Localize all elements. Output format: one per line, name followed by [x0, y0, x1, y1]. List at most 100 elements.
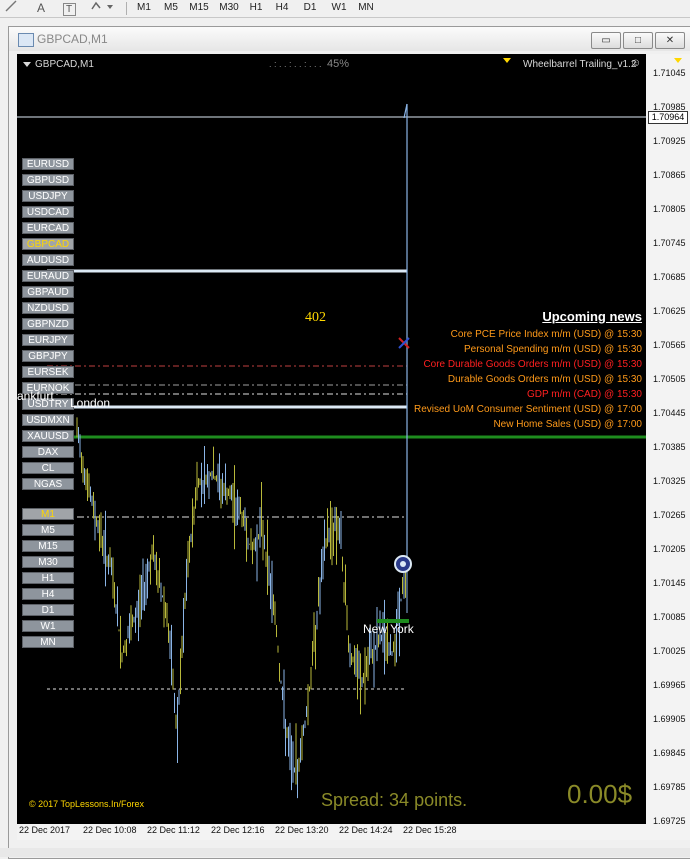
- symbol-button-cl[interactable]: CL: [22, 462, 74, 474]
- chart-window-icon: [18, 33, 34, 47]
- shapes-tool-icon[interactable]: [88, 0, 116, 16]
- toolbar-tf-h4[interactable]: H4: [272, 0, 292, 16]
- price-axis-label: 1.70805: [653, 204, 686, 214]
- toolbar-tf-m5[interactable]: M5: [160, 0, 182, 16]
- symbol-button-usdjpy[interactable]: USDJPY: [22, 190, 74, 202]
- price-axis-label: 1.70625: [653, 306, 686, 316]
- news-item: Durable Goods Orders m/m (USD) @ 15:30: [447, 374, 642, 385]
- timeframe-button-m15[interactable]: M15: [22, 540, 74, 552]
- copyright-text: © 2017 TopLessons.In/Forex: [29, 799, 145, 809]
- price-chart[interactable]: GBPCAD,M1 . : . . : . . : . . . 45% Whee…: [17, 54, 690, 840]
- price-axis-label: 1.70865: [653, 170, 686, 180]
- price-axis-label: 1.71045: [653, 68, 686, 78]
- symbol-button-eurcad[interactable]: EURCAD: [22, 222, 74, 234]
- price-axis-label: 1.69965: [653, 680, 686, 690]
- toolbar-tf-d1[interactable]: D1: [300, 0, 320, 16]
- price-axis-label: 1.70745: [653, 238, 686, 248]
- timeframe-button-d1[interactable]: D1: [22, 604, 74, 616]
- symbol-button-eursek[interactable]: EURSEK: [22, 366, 74, 378]
- chart-svg: [17, 54, 690, 840]
- symbol-button-eurusd[interactable]: EURUSD: [22, 158, 74, 170]
- time-axis-label: 22 Dec 13:20: [275, 825, 329, 835]
- time-axis-label: 22 Dec 14:24: [339, 825, 393, 835]
- price-axis-label: 1.70265: [653, 510, 686, 520]
- news-item: Core PCE Price Index m/m (USD) @ 15:30: [450, 329, 642, 340]
- symbol-dropdown-icon[interactable]: [23, 62, 31, 67]
- newyork-session-label: New York: [363, 622, 414, 636]
- window-titlebar[interactable]: GBPCAD,M1 ▭ □ ✕: [9, 27, 690, 51]
- symbol-button-audusd[interactable]: AUDUSD: [22, 254, 74, 266]
- symbol-button-euraud[interactable]: EURAUD: [22, 270, 74, 282]
- news-item: GDP m/m (CAD) @ 15:30: [527, 389, 642, 400]
- symbol-button-gbpjpy[interactable]: GBPJPY: [22, 350, 74, 362]
- symbol-button-usdmxn[interactable]: USDMXN: [22, 414, 74, 426]
- timeframe-button-h1[interactable]: H1: [22, 572, 74, 584]
- close-button[interactable]: ✕: [655, 32, 685, 49]
- main-toolbar: A T M1 M5 M15 M30 H1 H4 D1 W1 MN: [0, 0, 690, 18]
- toolbar-tf-m15[interactable]: M15: [186, 0, 212, 16]
- news-item: Core Durable Goods Orders m/m (USD) @ 15…: [423, 359, 642, 370]
- upcoming-news-title: Upcoming news: [542, 309, 642, 324]
- toolbar-tf-m30[interactable]: M30: [216, 0, 242, 16]
- candles-group: [76, 417, 408, 799]
- label-tool-icon[interactable]: T: [60, 0, 78, 16]
- toolbar-tf-m1[interactable]: M1: [133, 0, 155, 16]
- smiley-icon: ☺: [630, 57, 642, 69]
- timeframe-button-mn[interactable]: MN: [22, 636, 74, 648]
- maximize-button[interactable]: □: [623, 32, 653, 49]
- price-axis-label: 1.70445: [653, 408, 686, 418]
- symbol-button-dax[interactable]: DAX: [22, 446, 74, 458]
- symbol-button-xauusd[interactable]: XAUUSD: [22, 430, 74, 442]
- london-session-label: London: [70, 396, 111, 410]
- time-axis-label: 22 Dec 12:16: [211, 825, 265, 835]
- price-axis-label: 1.70565: [653, 340, 686, 350]
- profit-text: 0.00$: [567, 779, 633, 809]
- timeframe-button-w1[interactable]: W1: [22, 620, 74, 632]
- price-axis-label: 1.69845: [653, 748, 686, 758]
- price-axis-label: 1.70205: [653, 544, 686, 554]
- line-tool-icon[interactable]: [2, 0, 20, 16]
- symbol-button-gbpaud[interactable]: GBPAUD: [22, 286, 74, 298]
- window-title: GBPCAD,M1: [37, 32, 108, 46]
- symbol-button-gbpcad[interactable]: GBPCAD: [22, 238, 74, 250]
- price-axis-label: 1.70025: [653, 646, 686, 656]
- news-item: New Home Sales (USD) @ 17:00: [493, 419, 642, 430]
- current-price-tag: 1.70964: [648, 111, 688, 124]
- news-item: Personal Spending m/m (USD) @ 15:30: [463, 344, 642, 355]
- time-axis-label: 22 Dec 10:08: [83, 825, 137, 835]
- timeframe-button-m1[interactable]: M1: [22, 508, 74, 520]
- minimize-button[interactable]: ▭: [591, 32, 621, 49]
- price-axis-label: 1.70925: [653, 136, 686, 146]
- timeframe-button-m5[interactable]: M5: [22, 524, 74, 536]
- time-axis-label: 22 Dec 11:12: [147, 825, 200, 835]
- news-item: Revised UoM Consumer Sentiment (USD) @ 1…: [413, 404, 642, 415]
- time-axis-label: 22 Dec 2017: [19, 825, 71, 835]
- price-axis-label: 1.70085: [653, 612, 686, 622]
- symbol-button-ngas[interactable]: NGAS: [22, 478, 74, 490]
- value-402: 402: [305, 310, 326, 325]
- text-tool-icon[interactable]: A: [32, 0, 50, 16]
- price-axis-label: 1.70505: [653, 374, 686, 384]
- toolbar-tf-w1[interactable]: W1: [328, 0, 350, 16]
- symbol-button-eurjpy[interactable]: EURJPY: [22, 334, 74, 346]
- toolbar-tf-mn[interactable]: MN: [355, 0, 377, 16]
- trailing-target-icon: [394, 555, 412, 573]
- scroll-marker-icon: [503, 58, 511, 63]
- price-axis-label: 1.70385: [653, 442, 686, 452]
- price-axis-label: 1.70685: [653, 272, 686, 282]
- symbol-button-gbpnzd[interactable]: GBPNZD: [22, 318, 74, 330]
- symbol-button-nzdusd[interactable]: NZDUSD: [22, 302, 74, 314]
- chart-symbol-label: GBPCAD,M1: [23, 59, 94, 70]
- time-axis-label: 22 Dec 15:28: [403, 825, 457, 835]
- symbol-button-usdcad[interactable]: USDCAD: [22, 206, 74, 218]
- symbol-button-gbpusd[interactable]: GBPUSD: [22, 174, 74, 186]
- timeframe-button-h4[interactable]: H4: [22, 588, 74, 600]
- timeframe-button-m30[interactable]: M30: [22, 556, 74, 568]
- price-axis-label: 1.69785: [653, 782, 686, 792]
- price-axis-label: 1.70145: [653, 578, 686, 588]
- progress-percent: 45%: [327, 58, 350, 70]
- toolbar-tf-h1[interactable]: H1: [246, 0, 266, 16]
- frankfurt-session-label: ankfurt: [17, 389, 54, 403]
- price-axis-label: 1.69905: [653, 714, 686, 724]
- price-axis-label: 1.69725: [653, 816, 686, 826]
